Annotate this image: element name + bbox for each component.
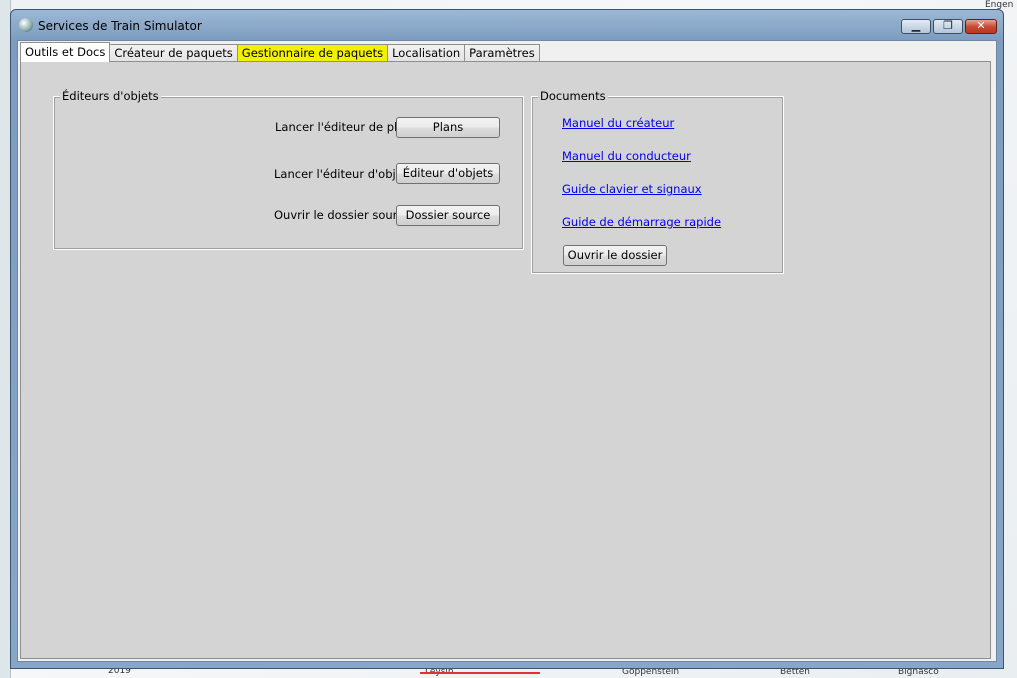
tab-gestionnaire-de-paquets[interactable]: Gestionnaire de paquets [236, 44, 389, 62]
map-road [420, 672, 540, 674]
plans-button[interactable]: Plans [396, 117, 500, 138]
source-folder-button[interactable]: Dossier source [396, 205, 500, 226]
source-folder-label: Ouvrir le dossier source [274, 208, 411, 222]
object-editor-button[interactable]: Éditeur d'objets [396, 163, 500, 184]
maximize-icon: ❐ [943, 19, 953, 32]
link-driver-manual[interactable]: Manuel du conducteur [562, 149, 691, 163]
tab-strip: Outils et Docs Créateur de paquets Gesti… [20, 42, 540, 62]
open-folder-button[interactable]: Ouvrir le dossier [563, 245, 667, 266]
documents-group-title: Documents [538, 89, 608, 103]
link-keyboard-signals-guide[interactable]: Guide clavier et signaux [562, 182, 702, 196]
tab-parametres[interactable]: Paramètres [464, 44, 540, 62]
plan-editor-label: Lancer l'éditeur de plan [275, 120, 412, 134]
editors-group: Éditeurs d'objets Lancer l'éditeur de pl… [53, 89, 524, 250]
app-icon [19, 18, 33, 32]
title-bar[interactable]: Services de Train Simulator ▁ ❐ ✕ [11, 10, 1003, 40]
editors-group-title: Éditeurs d'objets [60, 89, 161, 103]
tab-panel-outils-et-docs: Éditeurs d'objets Lancer l'éditeur de pl… [20, 61, 991, 659]
tab-createur-de-paquets[interactable]: Créateur de paquets [109, 44, 238, 62]
close-icon: ✕ [976, 19, 986, 32]
tab-outils-et-docs[interactable]: Outils et Docs [20, 42, 111, 62]
window-title: Services de Train Simulator [38, 19, 202, 33]
close-button[interactable]: ✕ [965, 19, 997, 34]
minimize-icon: ▁ [911, 19, 921, 32]
documents-group: Documents Manuel du créateur Manuel du c… [531, 89, 784, 274]
main-window: Services de Train Simulator ▁ ❐ ✕ Outils… [10, 9, 1004, 669]
minimize-button[interactable]: ▁ [901, 19, 931, 34]
maximize-button[interactable]: ❐ [933, 19, 963, 34]
tab-localisation[interactable]: Localisation [387, 44, 466, 62]
client-area: Outils et Docs Créateur de paquets Gesti… [17, 40, 997, 662]
object-editor-label: Lancer l'éditeur d'objets [274, 167, 414, 181]
link-creator-manual[interactable]: Manuel du créateur [562, 116, 674, 130]
link-quick-start-guide[interactable]: Guide de démarrage rapide [562, 215, 721, 229]
